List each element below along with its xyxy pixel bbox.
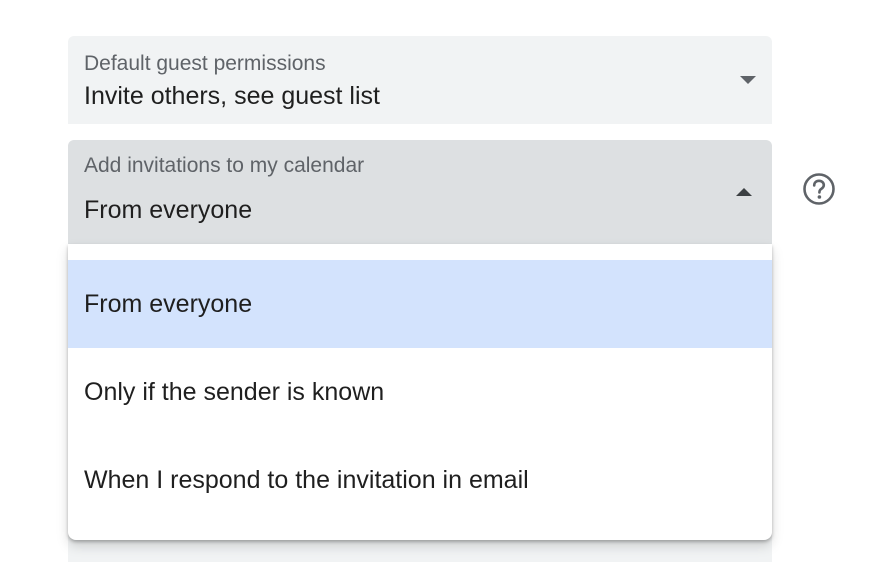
dropdown-option-when-i-respond[interactable]: When I respond to the invitation in emai… [68, 436, 772, 524]
default-guest-permissions-label: Default guest permissions [84, 52, 326, 75]
option-label: When I respond to the invitation in emai… [84, 465, 529, 494]
invitations-dropdown-menu: From everyone Only if the sender is know… [68, 244, 772, 540]
dropdown-option-only-known-sender[interactable]: Only if the sender is known [68, 348, 772, 436]
dropdown-option-from-everyone[interactable]: From everyone [68, 260, 772, 348]
option-label: From everyone [84, 289, 253, 318]
add-invitations-label: Add invitations to my calendar [84, 154, 365, 177]
caret-up-icon [736, 188, 752, 196]
help-circle-icon[interactable] [802, 172, 836, 206]
cut-off-text-above [300, 0, 750, 4]
add-invitations-select[interactable]: Add invitations to my calendar From ever… [68, 140, 772, 244]
settings-page: Default guest permissions Invite others,… [0, 0, 896, 562]
option-label: Only if the sender is known [84, 377, 385, 406]
caret-down-icon [740, 76, 756, 84]
add-invitations-value: From everyone [84, 196, 253, 224]
default-guest-permissions-value: Invite others, see guest list [84, 82, 380, 110]
default-guest-permissions-select[interactable]: Default guest permissions Invite others,… [68, 36, 772, 124]
